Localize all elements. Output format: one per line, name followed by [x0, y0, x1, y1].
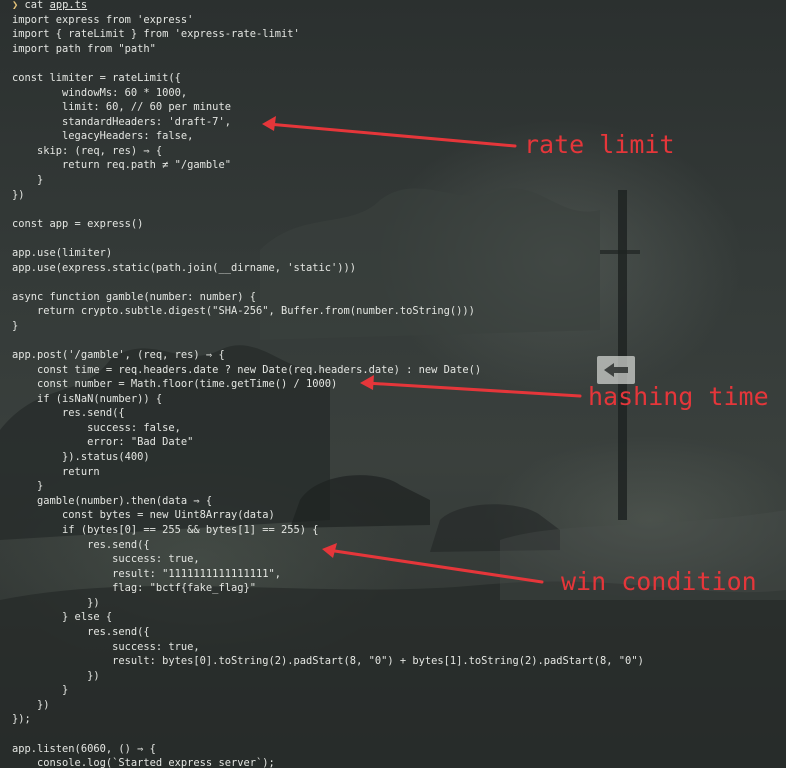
code-line: result: "1111111111111111",	[12, 567, 281, 580]
code-line: flag: "bctf{fake_flag}"	[12, 582, 256, 595]
code-line: return crypto.subtle.digest("SHA-256", B…	[12, 305, 475, 318]
command: cat	[24, 0, 44, 11]
code-line: }	[12, 480, 44, 493]
code-line: app.use(express.static(path.join(__dirna…	[12, 261, 357, 274]
win-condition-annotation: win condition	[561, 567, 757, 596]
code-line: return req.path ≠ "/gamble"	[12, 159, 231, 172]
command-argument: app.ts	[49, 0, 88, 11]
terminal-screenshot: ❯ cat app.ts import express from 'expres…	[0, 0, 786, 768]
code-line: app.use(limiter)	[12, 246, 113, 259]
code-line: }).status(400)	[12, 451, 150, 463]
code-line: res.send({	[12, 538, 150, 551]
code-line: const limiter = rateLimit({	[12, 71, 181, 84]
code-line: app.post('/gamble', (req, res) ⇒ {	[12, 348, 225, 361]
code-line: skip: (req, res) ⇒ {	[12, 144, 163, 157]
prompt-line: ❯ cat app.ts	[12, 0, 87, 13]
code-line: })	[12, 188, 25, 201]
code-line: const time = req.headers.date ? new Date…	[12, 363, 482, 376]
code-line: });	[12, 713, 31, 726]
code-line: error: "Bad Date"	[12, 436, 194, 449]
code-line: import express from 'express'	[12, 13, 194, 26]
prompt-chevron-icon: ❯	[12, 0, 19, 11]
code-line: }	[12, 319, 19, 332]
code-line: return	[12, 465, 100, 478]
code-line: windowMs: 60 * 1000,	[12, 86, 188, 99]
code-line: if (isNaN(number)) {	[12, 392, 163, 405]
code-line: result: bytes[0].toString(2).padStart(8,…	[12, 655, 644, 668]
code-line: const number = Math.floor(time.getTime()…	[12, 378, 338, 391]
rate-limit-annotation: rate limit	[524, 130, 675, 159]
code-line: const bytes = new Uint8Array(data)	[12, 509, 275, 522]
code-line: res.send({	[12, 407, 125, 420]
code-line: console.log(`Started express server`);	[12, 757, 275, 768]
code-line: async function gamble(number: number) {	[12, 290, 256, 303]
code-line: }	[12, 174, 44, 186]
hashing-time-annotation: hashing time	[588, 382, 769, 411]
code-line: } else {	[12, 611, 113, 624]
code-line: }	[12, 684, 69, 697]
code-line: app.listen(6060, () ⇒ {	[12, 742, 156, 755]
code-line: gamble(number).then(data ⇒ {	[12, 494, 213, 507]
code-line: const app = express()	[12, 217, 144, 230]
code-line: })	[12, 669, 100, 682]
code-line: success: true,	[12, 640, 200, 653]
code-line: import path from "path"	[12, 42, 156, 55]
code-line: if (bytes[0] == 255 && bytes[1] == 255) …	[12, 523, 319, 536]
code-line: })	[12, 698, 50, 711]
code-line: legacyHeaders: false,	[12, 130, 194, 143]
code-line: standardHeaders: 'draft-7',	[12, 115, 231, 128]
code-line: success: true,	[12, 553, 200, 566]
code-line: success: false,	[12, 421, 181, 434]
code-line: limit: 60, // 60 per minute	[12, 101, 231, 114]
code-line: res.send({	[12, 626, 150, 638]
code-line: import { rateLimit } from 'express-rate-…	[12, 28, 300, 41]
code-line: })	[12, 596, 100, 609]
